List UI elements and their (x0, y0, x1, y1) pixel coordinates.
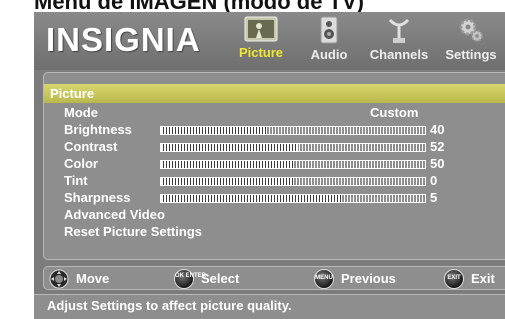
tab-channels-label: Channels (369, 47, 429, 62)
tint-label: Tint (64, 173, 88, 188)
mode-row[interactable]: Mode Custom (44, 105, 505, 121)
advanced-video-item[interactable]: Advanced Video (44, 207, 505, 223)
help-previous: MENU Previous (314, 269, 424, 289)
reset-picture-settings-item[interactable]: Reset Picture Settings (44, 224, 505, 240)
mode-value: Custom (370, 105, 419, 120)
picture-tv-icon (244, 16, 278, 42)
tint-value: 0 (430, 173, 438, 188)
brightness-slider[interactable] (160, 126, 426, 135)
contrast-value: 52 (430, 139, 445, 154)
help-exit: EXIT Exit (444, 269, 505, 289)
tab-audio-label: Audio (310, 47, 348, 62)
color-label: Color (64, 156, 98, 171)
contrast-label: Contrast (64, 139, 118, 154)
sharpness-slider[interactable] (160, 194, 426, 203)
panel-title: Picture (44, 84, 505, 103)
mode-label: Mode (64, 105, 98, 120)
sharpness-row[interactable]: Sharpness 5 (44, 190, 505, 206)
help-move-label: Move (76, 271, 110, 286)
tab-picture[interactable]: Picture (232, 16, 290, 68)
exit-button-icon: EXIT (444, 269, 464, 289)
document-heading: Menú de IMAGEN (modo de TV) (34, 0, 505, 12)
gears-icon (459, 18, 483, 42)
tint-slider-fill (161, 178, 293, 185)
contrast-slider-fill (161, 144, 299, 151)
brightness-value: 40 (430, 122, 445, 137)
contrast-slider[interactable] (160, 143, 426, 152)
color-value: 50 (430, 156, 445, 171)
navigation-help-bar: Move OK ENTER Select MENU Previous EXIT … (43, 266, 505, 290)
help-previous-label: Previous (341, 271, 396, 286)
tv-menu-screen: INSIGNIA Picture Audio Channels Settings… (34, 12, 505, 319)
tab-audio[interactable]: Audio (304, 16, 354, 68)
tab-picture-label: Picture (238, 45, 284, 60)
help-select-label: Select (201, 271, 240, 286)
picture-menu-panel: Picture Mode Custom Brightness 40 Contra… (43, 72, 505, 260)
brightness-label: Brightness (64, 122, 132, 137)
sharpness-label: Sharpness (64, 190, 131, 205)
tab-settings-label: Settings (445, 47, 497, 62)
sharpness-value: 5 (430, 190, 438, 205)
dpad-icon (49, 269, 69, 289)
brightness-row[interactable]: Brightness 40 (44, 122, 505, 138)
tint-row[interactable]: Tint 0 (44, 173, 505, 189)
sharpness-slider-fill (161, 195, 341, 202)
status-text: Adjust Settings to affect picture qualit… (47, 298, 292, 313)
color-row[interactable]: Color 50 (44, 156, 505, 172)
status-bar: Adjust Settings to affect picture qualit… (34, 294, 505, 319)
help-exit-label: Exit (471, 271, 495, 286)
menu-button-icon: MENU (314, 269, 334, 289)
menu-header: INSIGNIA Picture Audio Channels Settings (34, 12, 505, 70)
color-slider-fill (161, 161, 293, 168)
tint-slider[interactable] (160, 177, 426, 186)
speaker-icon (320, 16, 338, 44)
ok-enter-button-icon: OK ENTER (174, 269, 206, 289)
antenna-icon (388, 18, 410, 43)
advanced-video-label: Advanced Video (64, 207, 165, 222)
tab-channels[interactable]: Channels (364, 16, 434, 68)
tab-settings[interactable]: Settings (440, 16, 502, 68)
help-move: Move (49, 269, 149, 289)
contrast-row[interactable]: Contrast 52 (44, 139, 505, 155)
reset-picture-settings-label: Reset Picture Settings (64, 224, 202, 239)
help-select: OK ENTER Select (174, 269, 274, 289)
brightness-slider-fill (161, 127, 267, 134)
color-slider[interactable] (160, 160, 426, 169)
insignia-logo: INSIGNIA (46, 21, 201, 58)
